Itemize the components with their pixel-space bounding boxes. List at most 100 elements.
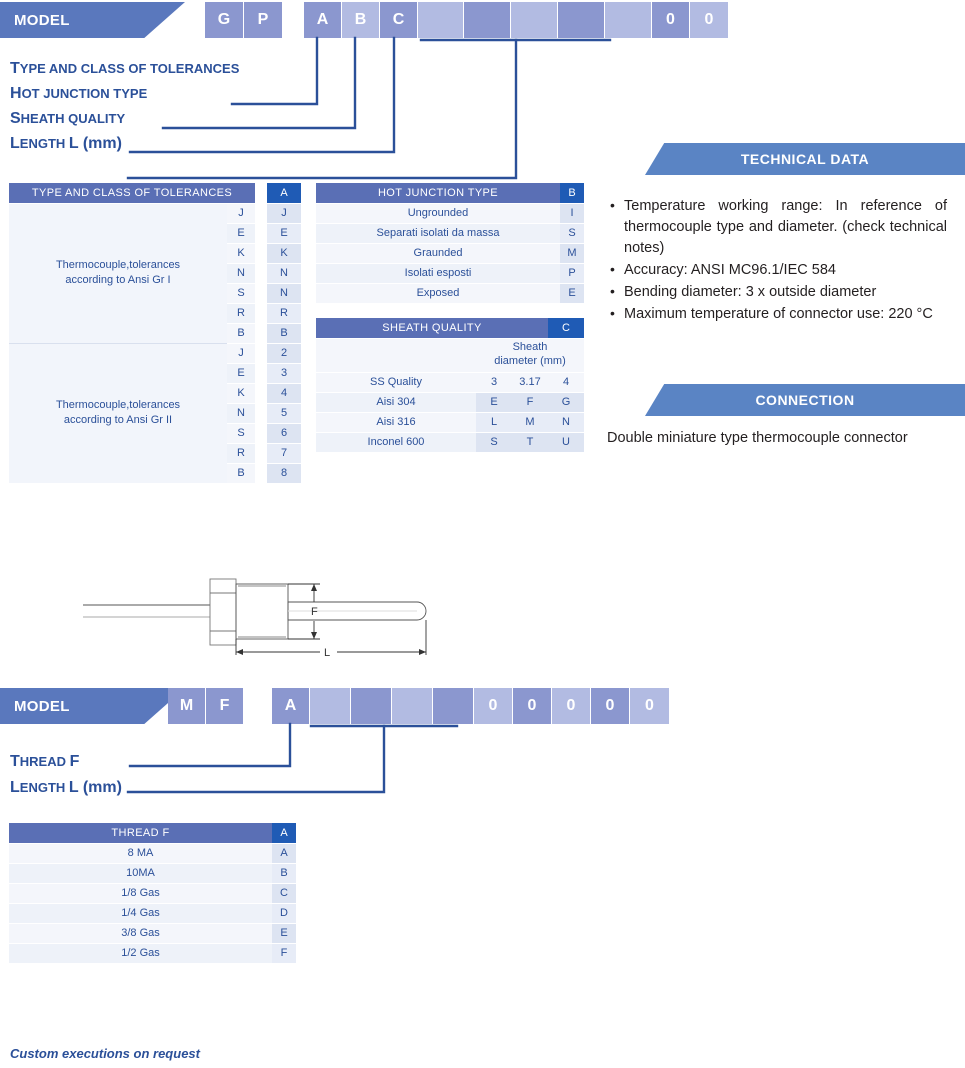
thread-code: F — [272, 943, 296, 964]
sheath-diameter-subheader: Sheath diameter (mm) — [476, 338, 585, 373]
model-code-cells-1: GPABC 00 — [205, 2, 728, 38]
model2-cell-4[interactable] — [310, 688, 351, 724]
tolerances-type: B — [227, 463, 256, 484]
tolerances-code-header: A — [267, 183, 302, 204]
model2-cell-1[interactable]: M — [168, 688, 206, 724]
model2-cell-3[interactable]: A — [272, 688, 310, 724]
thread-name: 10MA — [9, 863, 272, 884]
model2-cell-8[interactable]: 0 — [474, 688, 513, 724]
technical-data-banner: TECHNICAL DATA — [645, 143, 965, 175]
tolerances-gap-cell — [255, 263, 268, 284]
model1-cell-11[interactable]: 0 — [652, 2, 690, 38]
tolerances-type: K — [227, 383, 256, 404]
table-row: Inconel 600 S T U — [316, 432, 585, 453]
tolerances-gap-cell — [255, 203, 268, 224]
model2-cell-10[interactable]: 0 — [552, 688, 591, 724]
sheath-material-name: Aisi 316 — [316, 412, 476, 433]
hot-junction-table: HOT JUNCTION TYPE B Ungrounded I Separati … — [316, 183, 584, 304]
footer-note: Custom executions on request — [10, 1046, 200, 1061]
model2-cell-2[interactable]: F — [206, 688, 244, 724]
tolerances-table: TYPE AND CLASS OF TOLERANCES A Thermocou… — [9, 183, 302, 484]
model1-cell-10[interactable] — [605, 2, 652, 38]
sheath-code: U — [548, 432, 585, 453]
thread-code: B — [272, 863, 296, 884]
model1-cell-3[interactable]: A — [304, 2, 342, 38]
connection-banner: CONNECTION — [645, 384, 965, 416]
model1-cell-2[interactable]: P — [244, 2, 283, 38]
model1-cell-7[interactable] — [464, 2, 511, 38]
tolerances-type: S — [227, 283, 256, 304]
hot-junction-header: HOT JUNCTION TYPE — [316, 183, 560, 204]
model-row-2: MODEL MFA00000 — [0, 688, 669, 724]
table-row: Aisi 316 L M N — [316, 412, 585, 433]
thread-name: 1/4 Gas — [9, 903, 272, 924]
tolerances-gap-cell — [255, 363, 268, 384]
model1-cell-1[interactable]: G — [205, 2, 244, 38]
model1-cell-6[interactable] — [418, 2, 464, 38]
hot-junction-body: Ungrounded I Separati isolati da massa S Gra… — [316, 203, 584, 304]
technical-data-list: Temperature working range: In reference … — [607, 195, 947, 326]
sheath-subheader-blank — [316, 338, 476, 373]
leader-lines-2 — [126, 722, 459, 794]
model2-cell-9[interactable]: 0 — [513, 688, 552, 724]
tolerances-gap-cell — [255, 303, 268, 324]
group-name-line2: according to Ansi Gr II — [63, 414, 173, 426]
model2-cell-6[interactable] — [392, 688, 433, 724]
tolerances-gap — [255, 183, 268, 204]
tolerances-code: N — [267, 263, 302, 284]
table-row: 3/8 Gas E — [9, 923, 296, 944]
tolerances-code: E — [267, 223, 302, 244]
model1-cell-9[interactable] — [558, 2, 605, 38]
sheath-subheader-row: Sheath diameter (mm) — [316, 338, 585, 373]
sheath-subheader-line2: diameter (mm) — [494, 355, 566, 367]
tolerances-code: K — [267, 243, 302, 264]
sheath-diameter-value: 4 — [548, 372, 585, 393]
technical-data-item: Temperature working range: In reference … — [607, 195, 947, 259]
model1-cell-8[interactable] — [511, 2, 558, 38]
sheath-quality-label: SS Quality — [316, 372, 476, 393]
thread-name: 1/2 Gas — [9, 943, 272, 964]
thread-name: 3/8 Gas — [9, 923, 272, 944]
tolerances-code: 3 — [267, 363, 302, 384]
hot-junction-name: Exposed — [316, 283, 560, 304]
label-type-class-tolerances: TYPE AND CLASS OF TOLERANCES — [10, 60, 240, 77]
table-row: Thermocouple,tolerances according to Ansi… — [9, 203, 302, 344]
model1-cell-4[interactable]: B — [342, 2, 380, 38]
table-row: Aisi 304 E F G — [316, 392, 585, 413]
table-row: 1/4 Gas D — [9, 903, 296, 924]
tolerances-header: TYPE AND CLASS OF TOLERANCES — [9, 183, 256, 204]
hot-junction-code: S — [560, 223, 584, 244]
thread-code: D — [272, 903, 296, 924]
table-sheath-quality: SHEATH QUALITY C Sheath diameter (mm) SS Q… — [316, 318, 585, 453]
sheath-table: SHEATH QUALITY C Sheath diameter (mm) SS Q… — [316, 318, 585, 453]
hot-junction-name: Ungrounded — [316, 203, 560, 224]
model2-cell-12[interactable]: 0 — [630, 688, 669, 724]
label-hot-junction-type: HOT JUNCTION TYPE — [10, 85, 148, 102]
tolerances-type: B — [227, 323, 256, 344]
tolerances-gap-cell — [255, 423, 268, 444]
tolerances-type: J — [227, 343, 256, 364]
tolerances-gap-cell — [255, 243, 268, 264]
model2-cell-5[interactable] — [351, 688, 392, 724]
hot-junction-code: E — [560, 283, 584, 304]
tolerances-group-name: Thermocouple,tolerances according to Ansi… — [9, 343, 227, 484]
technical-data-item: Bending diameter: 3 x outside diameter — [607, 281, 947, 303]
tolerances-group-name: Thermocouple,tolerances according to Ansi… — [9, 203, 227, 344]
model2-cell-11[interactable]: 0 — [591, 688, 630, 724]
tolerances-code: 7 — [267, 443, 302, 464]
table-hot-junction-type: HOT JUNCTION TYPE B Ungrounded I Separati … — [316, 183, 584, 304]
sheath-code: L — [476, 412, 512, 433]
sheath-code: G — [548, 392, 585, 413]
connection-title: CONNECTION — [755, 392, 855, 408]
tolerances-gap-cell — [255, 223, 268, 244]
model1-cell-5[interactable]: C — [380, 2, 418, 38]
tolerances-type: S — [227, 423, 256, 444]
group-name-line1: Thermocouple,tolerances — [55, 259, 181, 272]
tolerances-code: 2 — [267, 343, 302, 364]
thread-header: THREAD F — [9, 823, 272, 844]
model2-cell-7[interactable] — [433, 688, 474, 724]
table-row: Ungrounded I — [316, 203, 584, 224]
model-row-1: MODEL GPABC 00 — [0, 2, 728, 38]
tolerances-code: N — [267, 283, 302, 304]
model1-cell-12[interactable]: 0 — [690, 2, 728, 38]
